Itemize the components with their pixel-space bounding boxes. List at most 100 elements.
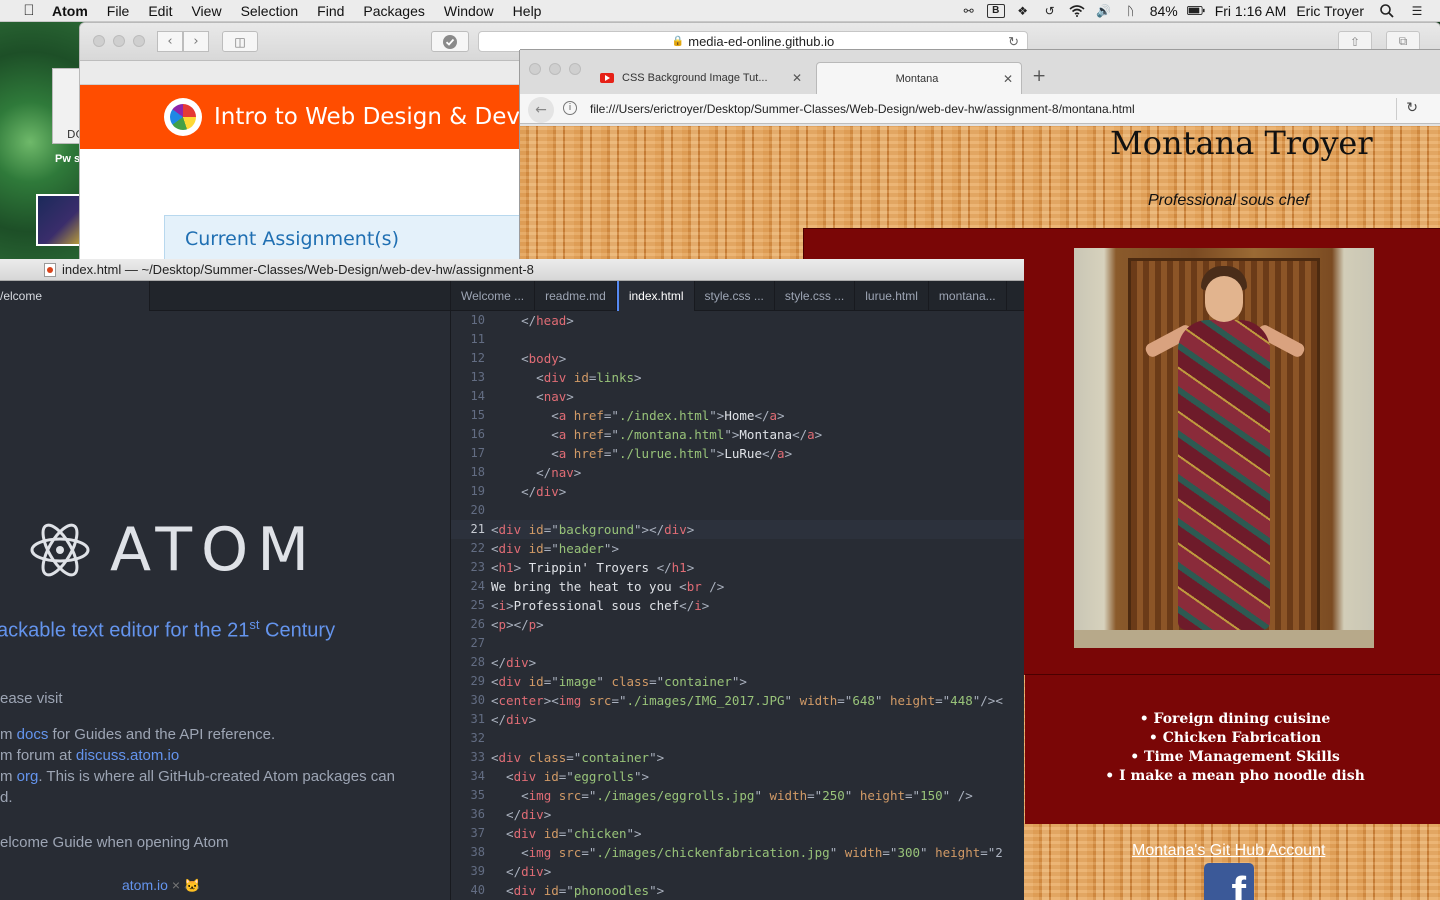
code-line[interactable]: 11 [451, 330, 1024, 349]
menu-find[interactable]: Find [317, 3, 344, 19]
code-line[interactable]: 40 <div id="phonoodles"> [451, 881, 1024, 900]
code-line[interactable]: 23 <h1> Trippin' Troyers </h1> [451, 558, 1024, 577]
desktop-document-label[interactable]: Pw s [55, 153, 80, 165]
info-icon[interactable]: i [563, 101, 577, 115]
menu-help[interactable]: Help [513, 3, 542, 19]
tab-montana[interactable]: Montana ✕ [816, 62, 1022, 94]
wifi-icon[interactable] [1068, 4, 1086, 18]
menu-window[interactable]: Window [444, 3, 494, 19]
line-number: 26 [470, 617, 485, 631]
time-machine-icon[interactable]: ↺ [1041, 4, 1059, 18]
new-tab-icon[interactable]: + [1032, 66, 1046, 86]
apple-menu-icon[interactable]:  [18, 2, 40, 19]
extension-check-icon[interactable] [431, 31, 469, 52]
menu-app-name[interactable]: Atom [52, 3, 88, 19]
tab-index-html[interactable]: index.html [616, 281, 695, 311]
code-line[interactable]: 22 <div id="header"> [451, 539, 1024, 558]
code-line[interactable]: 38 <img src="./images/chickenfabrication… [451, 843, 1024, 862]
chrome-close-button[interactable] [529, 63, 541, 75]
close-window-button[interactable] [93, 35, 105, 47]
safari-address-bar[interactable]: 🔒 media-ed-online.github.io ↻ [478, 31, 1028, 52]
share-icon[interactable]: ⇧ [1338, 31, 1372, 52]
back-arrow-icon[interactable]: ← [528, 97, 554, 123]
bluetooth-icon[interactable]: ᚢ [1122, 4, 1140, 18]
close-tab-icon[interactable]: ✕ [1003, 72, 1013, 86]
menu-clock[interactable]: Fri 1:16 AM [1215, 3, 1287, 19]
code-line[interactable]: 34 <div id="eggrolls"> [451, 767, 1024, 786]
code-line[interactable]: 31 </div> [451, 710, 1024, 729]
zoom-window-button[interactable] [133, 35, 145, 47]
github-octocat-icon[interactable]: 🐱 [184, 878, 200, 893]
code-line[interactable]: 13 <div id=links> [451, 368, 1024, 387]
desktop-document-icon[interactable]: DC [52, 68, 83, 144]
tab-css-background[interactable]: CSS Background Image Tut... ✕ [600, 62, 810, 94]
github-account-link[interactable]: Montana's Git Hub Account [1132, 842, 1325, 860]
minimize-window-button[interactable] [113, 35, 125, 47]
code-line[interactable]: 30 <center><img src="./images/IMG_2017.JP… [451, 691, 1024, 710]
menu-packages[interactable]: Packages [363, 3, 424, 19]
tabs-overview-icon[interactable]: ⧉ [1386, 31, 1420, 52]
tab-welcome[interactable]: /elcome [0, 281, 150, 311]
code-line[interactable]: 32 [451, 729, 1024, 748]
facebook-icon[interactable]: f [1204, 863, 1254, 900]
chrome-minimize-button[interactable] [549, 63, 561, 75]
code-line[interactable]: 39 </div> [451, 862, 1024, 881]
tab-lurue-html[interactable]: lurue.html [855, 281, 929, 311]
code-line[interactable]: 16 <a href="./montana.html">Montana</a> [451, 425, 1024, 444]
code-line[interactable]: 25 <i>Professional sous chef</i> [451, 596, 1024, 615]
code-line[interactable]: 24 We bring the heat to you <br /> [451, 577, 1024, 596]
bold-b-icon[interactable]: B [986, 3, 1005, 18]
menu-selection[interactable]: Selection [241, 3, 299, 19]
code-line[interactable]: 20 [451, 501, 1024, 520]
reload-icon[interactable]: ↻ [1406, 100, 1418, 116]
dropbox-icon[interactable]: ❖ [1014, 4, 1032, 18]
tab-readme[interactable]: readme.md [535, 281, 617, 311]
code-line[interactable]: 17 <a href="./lurue.html">LuRue</a> [451, 444, 1024, 463]
code-line[interactable]: 37 <div id="chicken"> [451, 824, 1024, 843]
code-line[interactable]: 14 <nav> [451, 387, 1024, 406]
notification-center-icon[interactable]: ☰ [1408, 4, 1426, 18]
forward-icon[interactable]: › [183, 31, 209, 52]
tab-montana-html[interactable]: montana... [929, 281, 1007, 311]
sidebar-toggle-icon[interactable]: ◫ [222, 31, 258, 52]
code-line[interactable]: 27 [451, 634, 1024, 653]
code-text: </div> [491, 712, 537, 727]
code-line[interactable]: 21 <div id="background"></div> [451, 520, 1024, 539]
creative-cloud-icon[interactable]: ⚯ [960, 4, 978, 18]
battery-icon[interactable] [1186, 4, 1205, 18]
atom-org-link[interactable]: org [17, 768, 39, 785]
reload-icon[interactable]: ↻ [1008, 34, 1019, 50]
atom-io-link[interactable]: atom.io [122, 877, 168, 893]
menu-file[interactable]: File [107, 3, 130, 19]
menu-view[interactable]: View [191, 3, 221, 19]
code-line[interactable]: 36 </div> [451, 805, 1024, 824]
code-line[interactable]: 35 <img src="./images/eggrolls.jpg" widt… [451, 786, 1024, 805]
code-line[interactable]: 33 <div class="container"> [451, 748, 1024, 767]
welcome-guide-option[interactable]: elcome Guide when opening Atom [0, 834, 228, 851]
code-line[interactable]: 10 </head> [451, 311, 1024, 330]
desktop-image-thumbnail[interactable] [36, 194, 82, 246]
atom-docs-link[interactable]: docs [17, 726, 49, 743]
menu-edit[interactable]: Edit [148, 3, 172, 19]
code-line[interactable]: 19 </div> [451, 482, 1024, 501]
safari-window-controls [93, 35, 145, 47]
code-line[interactable]: 28 </div> [451, 653, 1024, 672]
code-line[interactable]: 26 <p></p> [451, 615, 1024, 634]
chrome-zoom-button[interactable] [569, 63, 581, 75]
volume-icon[interactable]: 🔊 [1095, 4, 1113, 18]
tab-welcome-guide[interactable]: Welcome ... [451, 281, 536, 311]
discuss-link[interactable]: discuss.atom.io [76, 747, 179, 764]
code-line[interactable]: 29 <div id="image" class="container"> [451, 672, 1024, 691]
back-icon[interactable]: ‹ [157, 31, 183, 52]
tab-style-css-1[interactable]: style.css ... [695, 281, 775, 311]
code-line[interactable]: 15 <a href="./index.html">Home</a> [451, 406, 1024, 425]
code-line[interactable]: 18 </nav> [451, 463, 1024, 482]
spotlight-search-icon[interactable] [1378, 3, 1396, 18]
code-line[interactable]: 12 <body> [451, 349, 1024, 368]
code-editor[interactable]: 10 </head> 11 12 <body> 13 <div id=links> 14… [451, 311, 1024, 900]
user-name[interactable]: Eric Troyer [1296, 3, 1364, 19]
chrome-url-input[interactable]: file:///Users/erictroyer/Desktop/Summer-… [590, 102, 1135, 116]
page-subtitle: Professional sous chef [1148, 192, 1309, 209]
close-tab-icon[interactable]: ✕ [792, 71, 802, 85]
tab-style-css-2[interactable]: style.css ... [775, 281, 856, 311]
